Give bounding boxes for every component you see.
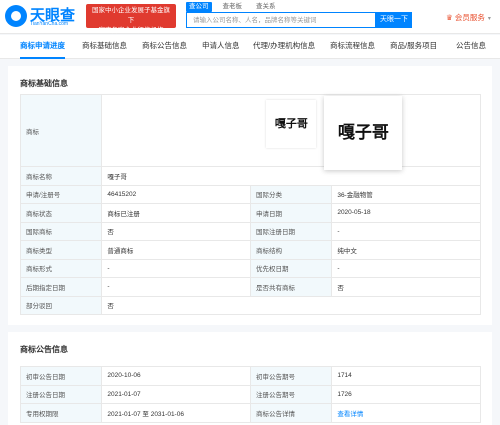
mark-image-cell: 嘎子哥 嘎子哥 [101, 94, 481, 170]
row-value: - [101, 258, 251, 278]
table-row: 注册公告日期 2021-01-07 注册公告期号 1726 [19, 384, 481, 404]
row-value: 否 [331, 277, 481, 297]
row-label: 国际商标 [19, 221, 103, 241]
row-value: 2020-05-18 [331, 203, 481, 223]
row-value: 2021-01-07 [101, 384, 251, 404]
row-value: 普通商标 [101, 240, 251, 260]
row-value: 2021-01-07 至 2031-01-06 [101, 403, 251, 423]
row-label: 商标类型 [19, 240, 103, 260]
row-label: 商标结构 [249, 240, 333, 260]
table-row: 商标 嘎子哥 嘎子哥 [19, 94, 481, 170]
banner-line-1: 国家中小企业发展子基金旗下 [92, 7, 170, 24]
view-details-link[interactable]: 查看详情 [331, 403, 481, 423]
row-value: 否 [101, 221, 251, 241]
basic-info-card: 商标基础信息 商标 嘎子哥 嘎子哥 商标名称 嘎子哥 申请/注册号 464152… [8, 66, 492, 325]
row-label: 申请/注册号 [19, 184, 103, 204]
tab-application-progress[interactable]: 商标申请进度 [20, 35, 65, 59]
announcement-table: 初审公告日期 2020-10-06 初审公告期号 1714 注册公告日期 202… [19, 366, 481, 423]
row-value: 1726 [331, 384, 481, 404]
table-row: 初审公告日期 2020-10-06 初审公告期号 1714 [19, 366, 481, 386]
row-label: 初审公告日期 [19, 366, 103, 386]
mark-preview: 嘎子哥 [324, 96, 403, 170]
row-label: 专用权期限 [19, 403, 103, 423]
tab-notice-info[interactable]: 公告信息 [456, 35, 486, 59]
row-value: 1714 [331, 366, 481, 386]
mark-thumbnail[interactable]: 嘎子哥 [266, 100, 317, 148]
site-logo[interactable]: 天眼查 TianYanCha.com [5, 4, 83, 30]
row-label: 国际注册日期 [249, 221, 333, 241]
tab-agent-info[interactable]: 代理/办理机构信息 [253, 35, 315, 59]
row-value: 36-金融物管 [331, 184, 481, 204]
table-row: 商标状态 商标已注册 申请日期 2020-05-18 [19, 203, 481, 223]
row-label: 商标名称 [19, 166, 103, 186]
row-value: 否 [101, 295, 481, 315]
search-type-tabs: 查公司 查老板 查关系 [186, 2, 279, 12]
table-row: 商标形式 - 优先权日期 - [19, 258, 481, 278]
search-tab-relation[interactable]: 查关系 [253, 2, 279, 12]
mark-label: 商标 [19, 94, 103, 167]
table-row: 申请/注册号 46415202 国际分类 36-金融物管 [19, 184, 481, 204]
search-input[interactable]: 请输入公司名称、人名，品牌名称等关键词 [186, 12, 376, 28]
table-row: 商标名称 嘎子哥 [19, 166, 481, 186]
crown-icon: ♛ [446, 13, 453, 22]
row-label: 国际分类 [249, 184, 333, 204]
tab-applicant-info[interactable]: 申请人信息 [202, 35, 240, 59]
tab-process-info[interactable]: 商标流程信息 [330, 35, 375, 59]
search-tab-company[interactable]: 查公司 [186, 2, 212, 12]
table-row: 部分驳回 否 [19, 295, 481, 315]
table-row: 专用权期限 2021-01-07 至 2031-01-06 商标公告详情 查看详… [19, 403, 481, 423]
table-row: 后期指定日期 - 是否共有商标 否 [19, 277, 481, 297]
top-header: 天眼查 TianYanCha.com 国家中小企业发展子基金旗下 官方备案企业征… [0, 0, 500, 34]
search-button[interactable]: 天眼一下 [376, 12, 412, 28]
row-label: 初审公告期号 [249, 366, 333, 386]
chevron-down-icon: ▾ [487, 16, 491, 22]
table-row: 商标类型 普通商标 商标结构 纯中文 [19, 240, 481, 260]
certification-banner[interactable]: 国家中小企业发展子基金旗下 官方备案企业征信机构 [86, 4, 176, 34]
row-value: - [331, 221, 481, 241]
row-value: 纯中文 [331, 240, 481, 260]
row-label: 申请日期 [249, 203, 333, 223]
row-label: 是否共有商标 [249, 277, 333, 297]
row-label: 商标形式 [19, 258, 103, 278]
tab-basic-info[interactable]: 商标基础信息 [82, 35, 127, 59]
search-tab-boss[interactable]: 查老板 [220, 2, 246, 12]
logo-icon [5, 5, 27, 27]
basic-info-title: 商标基础信息 [20, 79, 68, 88]
logo-subtitle: TianYanCha.com [30, 21, 69, 27]
row-value: - [331, 258, 481, 278]
section-tabs: 商标申请进度 商标基础信息 商标公告信息 申请人信息 代理/办理机构信息 商标流… [0, 35, 500, 59]
row-value: - [101, 277, 251, 297]
announcement-card: 商标公告信息 初审公告日期 2020-10-06 初审公告期号 1714 注册公… [8, 332, 492, 425]
vip-service-menu[interactable]: ♛ 会员服务 ▾ [446, 12, 491, 25]
basic-info-table: 商标 嘎子哥 嘎子哥 商标名称 嘎子哥 申请/注册号 46415202 国际分类… [19, 94, 481, 315]
row-label: 优先权日期 [249, 258, 333, 278]
row-value: 商标已注册 [101, 203, 251, 223]
vip-service-label: 会员服务 [454, 13, 485, 22]
row-label: 部分驳回 [19, 295, 103, 315]
tab-goods-services[interactable]: 商品/服务项目 [390, 35, 437, 59]
row-value: 46415202 [101, 184, 251, 204]
table-row: 国际商标 否 国际注册日期 - [19, 221, 481, 241]
row-label: 注册公告期号 [249, 384, 333, 404]
row-value: 嘎子哥 [101, 166, 481, 186]
row-value: 2020-10-06 [101, 366, 251, 386]
announcement-title: 商标公告信息 [20, 345, 68, 354]
row-label: 注册公告日期 [19, 384, 103, 404]
row-label: 商标公告详情 [249, 403, 333, 423]
row-label: 商标状态 [19, 203, 103, 223]
row-label: 后期指定日期 [19, 277, 103, 297]
tab-announcement-info[interactable]: 商标公告信息 [142, 35, 187, 59]
